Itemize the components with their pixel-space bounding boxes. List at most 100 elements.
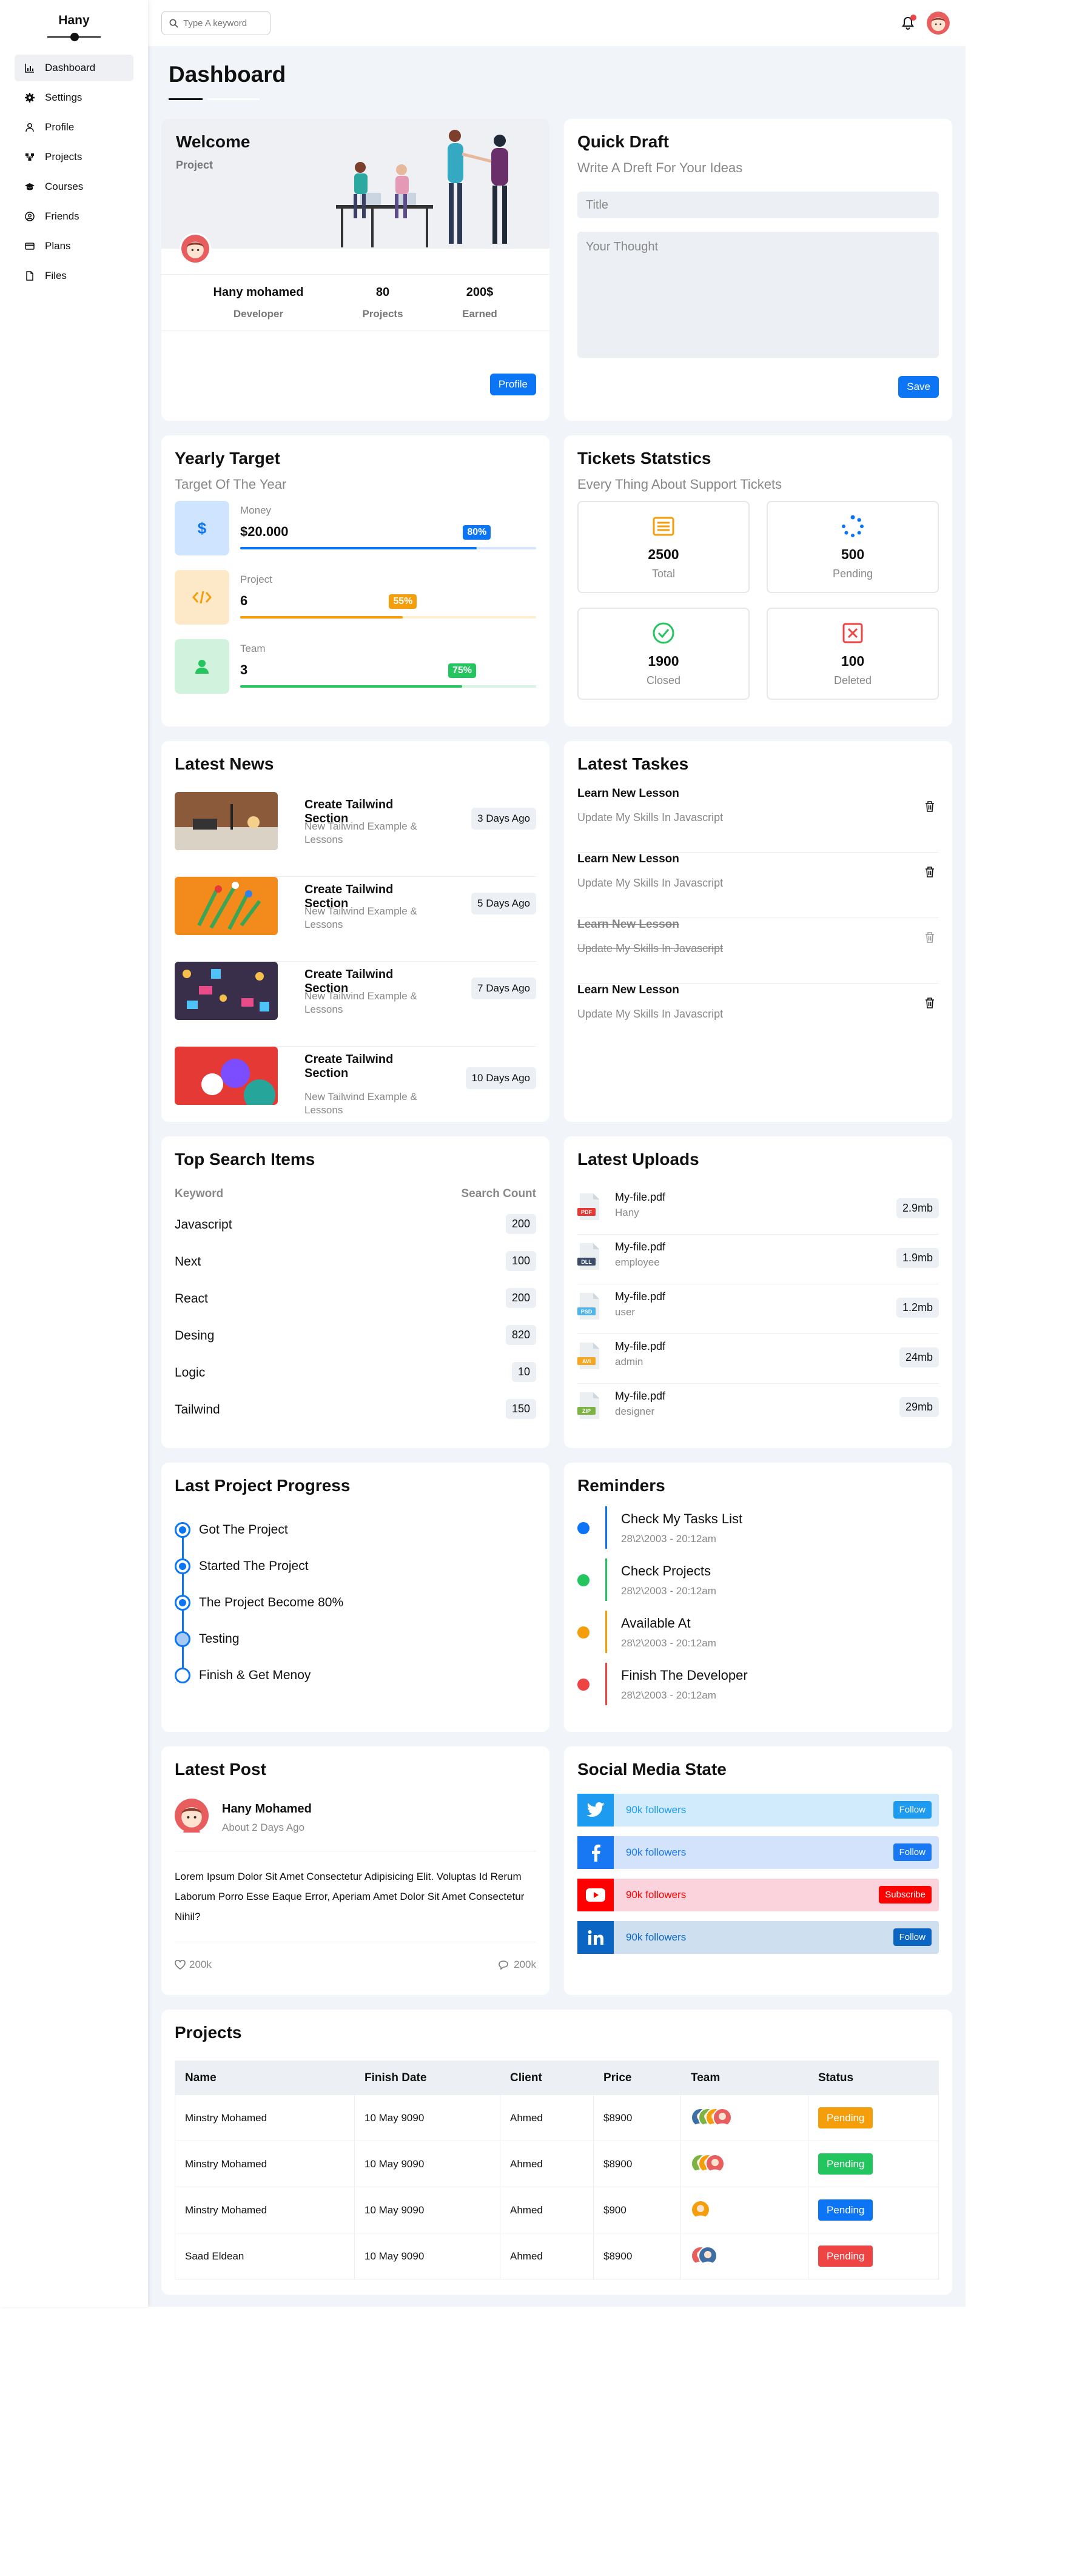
- sidebar-item-label: Projects: [45, 151, 82, 163]
- list-item[interactable]: Create Tailwind Section New Tailwind Exam…: [175, 1047, 536, 1132]
- step-marker-fill: [179, 1563, 186, 1570]
- news-description: New Tailwind Example & Lessons: [304, 905, 417, 930]
- list-item[interactable]: PSD My-file.pdf user 1.2mb: [577, 1284, 939, 1334]
- trash-icon[interactable]: [924, 997, 935, 1009]
- draft-title-input[interactable]: Title: [577, 192, 939, 218]
- list-item[interactable]: Create Tailwind Section New Tailwind Exam…: [175, 792, 536, 877]
- cell-client: Ahmed: [500, 2095, 594, 2141]
- target-value: $20.000: [240, 524, 289, 539]
- sidebar-item-courses[interactable]: Courses: [15, 173, 133, 200]
- cell-name: Minstry Mohamed: [175, 2187, 355, 2233]
- list-item[interactable]: AVI My-file.pdf admin 24mb: [577, 1334, 939, 1384]
- sidebar-item-dashboard[interactable]: Dashboard: [15, 55, 133, 81]
- avatar[interactable]: [705, 2153, 725, 2173]
- top-search-card: Top Search Items Keyword Search Count Ja…: [161, 1136, 549, 1448]
- sidebar-item-plans[interactable]: Plans: [15, 233, 133, 260]
- task-title: Learn New Lesson: [577, 918, 679, 931]
- reminder-bar: [605, 1506, 607, 1549]
- followers-count: 90k followers: [626, 1889, 687, 1900]
- comment-button[interactable]: 200k: [498, 1959, 536, 1971]
- avatar[interactable]: [713, 2107, 732, 2127]
- trash-icon[interactable]: [924, 866, 935, 878]
- file-size-badge: 24mb: [899, 1347, 939, 1367]
- post-author-avatar[interactable]: [175, 1799, 209, 1833]
- keyword: React: [175, 1292, 208, 1306]
- followers-count: 90k followers: [626, 1931, 687, 1943]
- ticket-closed: 1900 Closed: [577, 608, 750, 700]
- progress-track: 75%: [240, 663, 536, 688]
- avatar[interactable]: [927, 12, 950, 35]
- social-follow-button[interactable]: Follow: [893, 1928, 932, 1946]
- post-author[interactable]: Hany Mohamed: [222, 1802, 312, 1816]
- list-item[interactable]: Create Tailwind Section New Tailwind Exam…: [175, 962, 536, 1047]
- like-button[interactable]: 200k: [175, 1959, 212, 1971]
- sidebar-item-label: Courses: [45, 181, 84, 192]
- trash-icon[interactable]: [924, 800, 935, 813]
- cell-client: Ahmed: [500, 2187, 594, 2233]
- status-badge: Pending: [818, 2107, 873, 2128]
- welcome-stats: Hany mohamed Developer 80 Projects 200$ …: [161, 274, 549, 331]
- keyword: Logic: [175, 1366, 206, 1380]
- keyword: Next: [175, 1255, 201, 1269]
- target-value: 3: [240, 662, 248, 677]
- friends-icon: [24, 211, 35, 222]
- gear-icon: [24, 92, 35, 103]
- file-icon: [24, 270, 35, 281]
- avatar[interactable]: [698, 2246, 717, 2266]
- reminder-date: 28\2\2003 - 20:12am: [621, 1689, 716, 1701]
- step-label: Got The Project: [199, 1523, 288, 1537]
- notification-button[interactable]: [901, 15, 916, 30]
- graduation-cap-icon: [24, 181, 35, 192]
- svg-text:ZIP: ZIP: [582, 1408, 591, 1414]
- table-row: Logic 10: [175, 1362, 536, 1384]
- draft-thought-textarea[interactable]: Your Thought: [577, 232, 939, 358]
- projects-card: Projects Name Finish Date Client Price T…: [161, 2010, 952, 2295]
- brand-underline: [47, 33, 101, 41]
- sidebar-item-label: Plans: [45, 240, 71, 252]
- sidebar-item-settings[interactable]: Settings: [15, 84, 133, 111]
- social-follow-button[interactable]: Subscribe: [879, 1886, 932, 1903]
- cell-client: Ahmed: [500, 2233, 594, 2279]
- target-label: Money: [240, 505, 272, 516]
- followers-count: 90k followers: [626, 1804, 687, 1816]
- profile-button[interactable]: Profile: [489, 374, 536, 395]
- cell-price: $900: [593, 2187, 681, 2233]
- comments-icon: [499, 1961, 508, 1970]
- topbar: Type A keyword: [148, 0, 966, 46]
- progress-track: 80%: [240, 525, 536, 549]
- quick-draft-subtitle: Write A Dreft For Your Ideas: [577, 160, 743, 175]
- page-title: Dashboard: [169, 62, 286, 87]
- welcome-subtitle: Project: [176, 159, 213, 171]
- project-progress-card: Last Project Progress Got The Project Sta…: [161, 1463, 549, 1732]
- avatar[interactable]: [691, 2199, 710, 2219]
- news-thumbnail: [175, 877, 278, 935]
- sidebar-item-profile[interactable]: Profile: [15, 114, 133, 141]
- social-follow-button[interactable]: Follow: [893, 1801, 932, 1819]
- reminder-bar: [605, 1663, 607, 1705]
- latest-tasks-card: Latest Taskes Learn New Lesson Update My …: [564, 741, 952, 1122]
- news-description: New Tailwind Example & Lessons: [304, 820, 417, 845]
- trash-icon[interactable]: [924, 931, 935, 944]
- table-header-name: Name: [175, 2061, 355, 2095]
- save-button[interactable]: Save: [898, 376, 939, 398]
- sidebar-item-friends[interactable]: Friends: [15, 203, 133, 230]
- team-icon: [175, 639, 229, 694]
- list-item[interactable]: Create Tailwind Section New Tailwind Exam…: [175, 877, 536, 962]
- svg-text:PSD: PSD: [581, 1309, 593, 1315]
- top-search-title: Top Search Items: [175, 1150, 315, 1169]
- sidebar: Hany Dashboard Settings Profile Projects…: [0, 0, 148, 2307]
- sidebar-item-files[interactable]: Files: [15, 263, 133, 289]
- user-avatar[interactable]: [180, 233, 211, 264]
- ticket-value: 2500: [648, 546, 679, 562]
- table-row: Minstry Mohamed 10 May 9090 Ahmed $8900 Pend…: [175, 2141, 939, 2187]
- search-count-badge: 200: [505, 1288, 536, 1308]
- tickets-card: Tickets Statstics Every Thing About Supp…: [564, 435, 952, 726]
- count-header: Search Count: [461, 1187, 536, 1200]
- social-follow-button[interactable]: Follow: [893, 1843, 932, 1861]
- list-item[interactable]: DLL My-file.pdf employee 1.9mb: [577, 1235, 939, 1284]
- search-input[interactable]: Type A keyword: [161, 11, 270, 35]
- sidebar-item-projects[interactable]: Projects: [15, 144, 133, 170]
- list-item[interactable]: PDF My-file.pdf Hany 2.9mb: [577, 1185, 939, 1235]
- search-placeholder: Type A keyword: [183, 18, 247, 29]
- list-item[interactable]: ZIP My-file.pdf designer 29mb: [577, 1384, 939, 1434]
